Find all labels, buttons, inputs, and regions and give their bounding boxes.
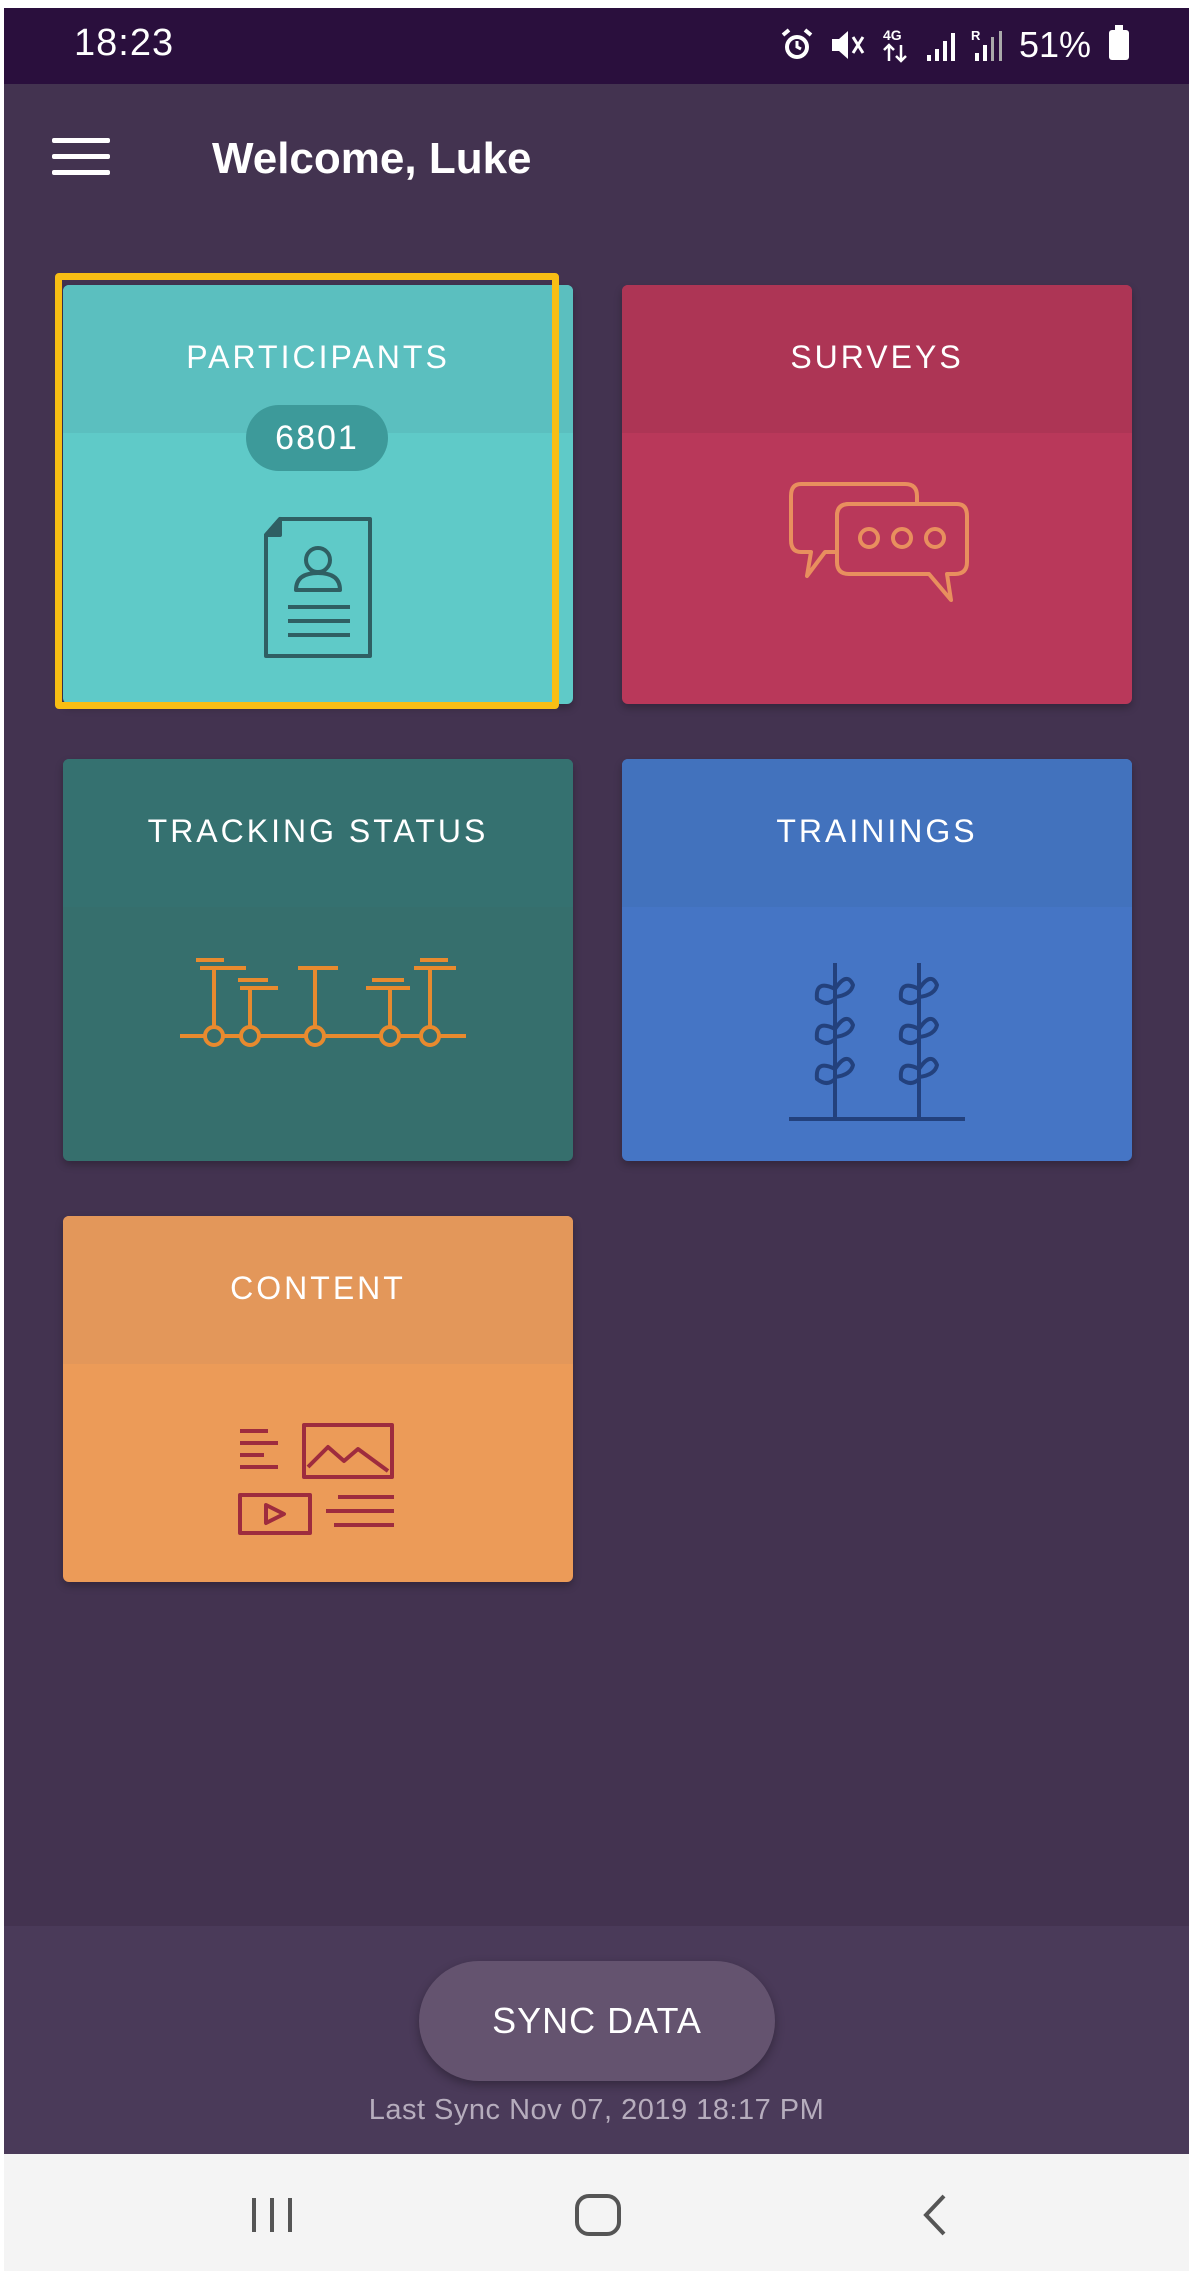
signal-icon [925, 27, 957, 63]
tile-tracking-status[interactable]: TRACKING STATUS [63, 759, 573, 1161]
sync-panel: SYNC DATA Last Sync Nov 07, 2019 18:17 P… [4, 1926, 1189, 2154]
media-content-icon [238, 1423, 394, 1535]
tile-tracking-status-label: TRACKING STATUS [147, 813, 489, 849]
tile-trainings-label: TRAININGS [776, 813, 978, 849]
app-bar: Welcome, Luke [4, 84, 1189, 244]
tile-surveys-header: SURVEYS [622, 285, 1132, 433]
last-sync-text: Last Sync Nov 07, 2019 18:17 PM [368, 2094, 825, 2126]
participants-count-badge: 6801 [246, 405, 388, 471]
hamburger-menu-icon[interactable] [52, 138, 110, 178]
home-icon[interactable] [557, 2184, 637, 2244]
app-screen: 18:23 4G R 51% Welcome, Luke PARTICIPANT… [4, 8, 1189, 2271]
battery-percent: 51% [1018, 24, 1091, 65]
tile-tracking-status-header: TRACKING STATUS [63, 759, 573, 907]
data-arrows-icon: 4G [881, 25, 911, 65]
participant-document-icon [264, 517, 372, 658]
tile-content-label: CONTENT [230, 1270, 406, 1306]
recent-apps-icon[interactable] [232, 2184, 312, 2244]
status-time: 18:23 [74, 22, 175, 64]
sync-data-button[interactable]: SYNC DATA [419, 1961, 775, 2081]
svg-text:4G: 4G [883, 27, 902, 43]
tile-content[interactable]: CONTENT [63, 1216, 573, 1582]
roaming-signal-icon: R [971, 27, 1005, 63]
tile-surveys[interactable]: SURVEYS [622, 285, 1132, 704]
status-icons: 4G R 51% [779, 20, 1129, 70]
chat-bubbles-icon [789, 482, 969, 602]
svg-text:R: R [971, 28, 981, 43]
alarm-icon [779, 27, 815, 63]
tile-surveys-label: SURVEYS [790, 339, 964, 375]
tile-participants[interactable]: PARTICIPANTS 6801 [63, 285, 573, 704]
plants-icon [789, 963, 965, 1121]
tile-trainings[interactable]: TRAININGS [622, 759, 1132, 1161]
tile-trainings-header: TRAININGS [622, 759, 1132, 907]
page-title: Welcome, Luke [212, 134, 532, 183]
tile-content-header: CONTENT [63, 1216, 573, 1364]
timeline-icon [180, 958, 466, 1047]
system-nav-bar [4, 2154, 1189, 2271]
mute-icon [829, 27, 867, 63]
battery-icon [1109, 25, 1129, 60]
status-bar: 18:23 4G R 51% [4, 8, 1189, 84]
back-icon[interactable] [896, 2184, 976, 2244]
